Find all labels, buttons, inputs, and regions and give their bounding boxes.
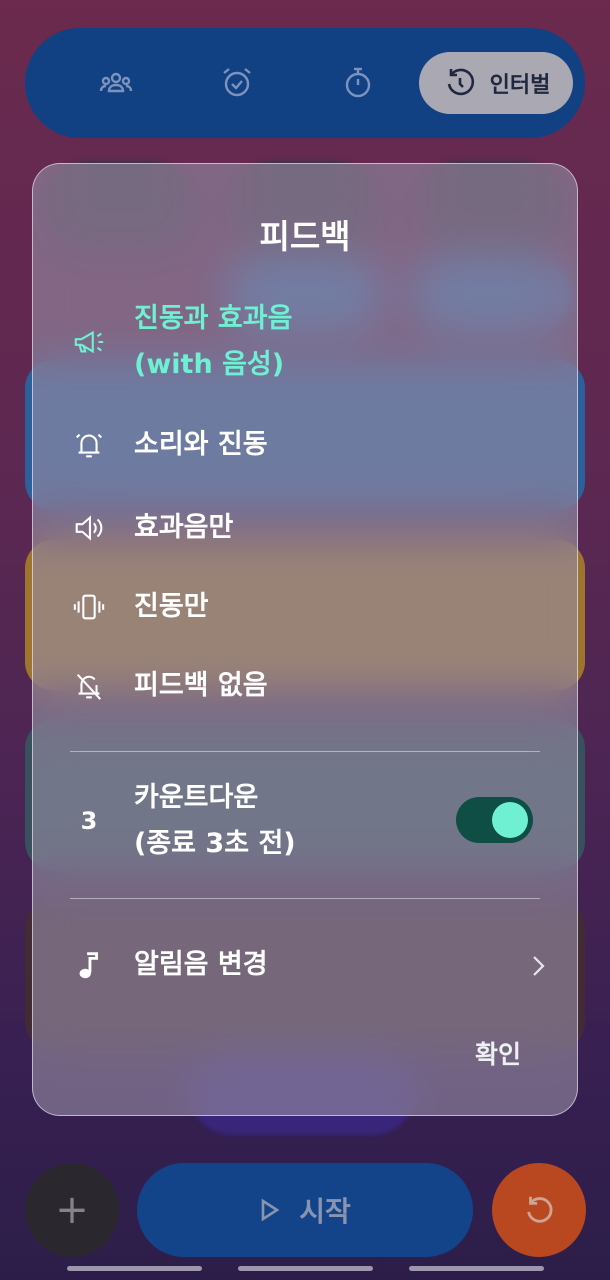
option-sound-vibration[interactable]: 소리와 진동 <box>70 422 268 468</box>
option-vibration-only[interactable]: 진동만 <box>70 584 209 630</box>
countdown-label: 카운트다운 (종료 3초 전) <box>134 782 296 859</box>
countdown-toggle[interactable] <box>456 797 533 843</box>
option-label: 피드백 없음 <box>134 670 268 701</box>
confirm-button[interactable]: 확인 <box>460 1035 536 1075</box>
countdown-row: 3 카운트다운 (종료 3초 전) <box>70 775 296 867</box>
toggle-knob <box>492 802 528 838</box>
chevron-right-icon <box>533 956 545 976</box>
vibrate-icon <box>70 588 108 626</box>
countdown-3-icon: 3 <box>80 807 98 835</box>
music-note-icon <box>70 946 108 984</box>
divider <box>70 751 540 752</box>
option-label: 진동과 효과음 (with 음성) <box>134 303 293 380</box>
option-label: 진동만 <box>134 591 209 622</box>
option-sound-only[interactable]: 효과음만 <box>70 505 233 551</box>
option-vibration-sound-voice[interactable]: 진동과 효과음 (with 음성) <box>70 296 292 388</box>
dialog-title: 피드백 <box>259 217 351 256</box>
speaker-icon <box>70 509 108 547</box>
change-alarm-sound-label: 알림음 변경 <box>134 949 268 980</box>
bell-off-icon <box>70 667 108 705</box>
option-label: 소리와 진동 <box>134 429 268 460</box>
bell-ring-icon <box>70 426 108 464</box>
divider <box>70 898 540 899</box>
option-no-feedback[interactable]: 피드백 없음 <box>70 663 268 709</box>
option-label: 효과음만 <box>134 512 234 543</box>
change-alarm-sound-row[interactable]: 알림음 변경 <box>70 942 268 988</box>
megaphone-icon <box>70 323 108 361</box>
